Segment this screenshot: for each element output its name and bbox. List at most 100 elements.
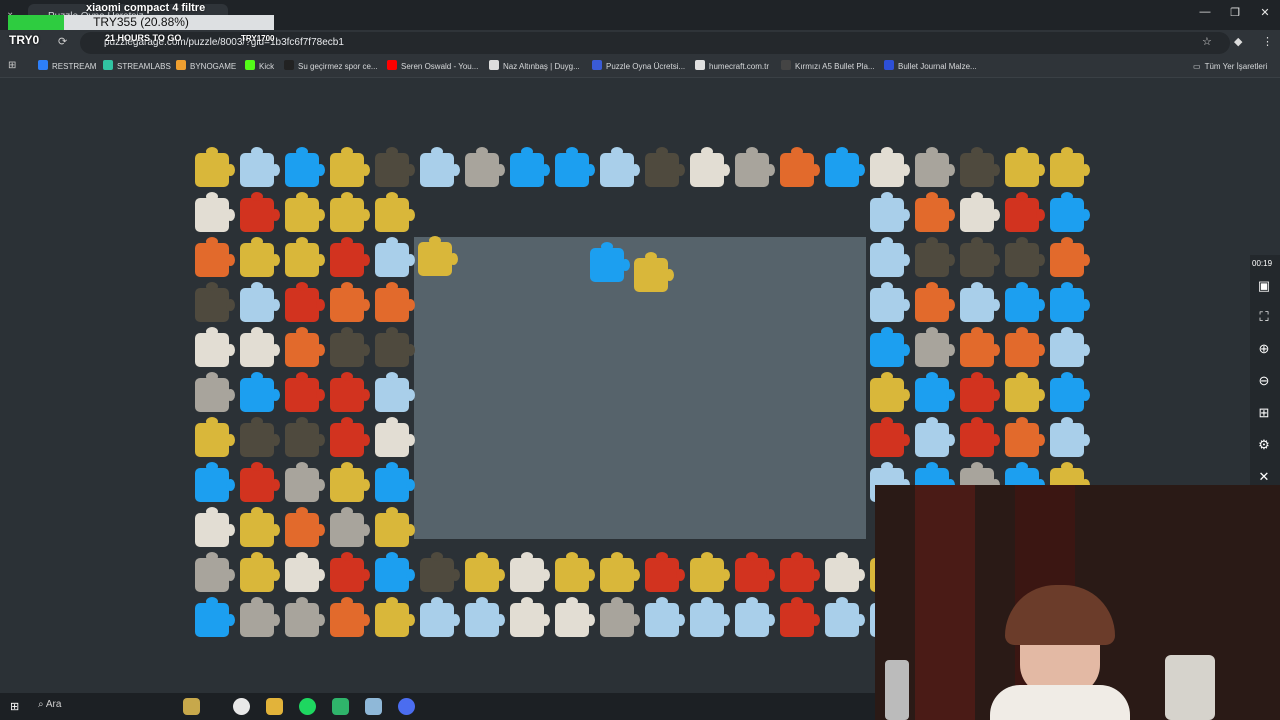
puzzle-piece[interactable] (375, 462, 415, 502)
puzzle-piece[interactable] (195, 597, 235, 637)
puzzle-piece[interactable] (600, 597, 640, 637)
puzzle-piece[interactable] (375, 192, 415, 232)
puzzle-piece[interactable] (195, 237, 235, 277)
puzzle-piece[interactable] (330, 192, 370, 232)
puzzle-piece[interactable] (555, 597, 595, 637)
close-icon[interactable]: ✕ (1255, 468, 1273, 486)
puzzle-piece[interactable] (960, 147, 1000, 187)
puzzle-piece[interactable] (420, 552, 460, 592)
puzzle-piece[interactable] (285, 462, 325, 502)
puzzle-piece[interactable] (735, 597, 775, 637)
puzzle-piece[interactable] (420, 597, 460, 637)
puzzle-piece[interactable] (645, 147, 685, 187)
puzzle-piece[interactable] (240, 507, 280, 547)
bookmark-spor[interactable]: Su geçirmez spor ce... (284, 60, 378, 74)
puzzle-piece[interactable] (418, 236, 458, 276)
puzzle-piece[interactable] (1005, 147, 1045, 187)
restore-icon[interactable]: ❐ (1226, 6, 1244, 22)
bookmark-all[interactable]: ▭ Tüm Yer İşaretleri (1193, 60, 1267, 74)
puzzle-piece[interactable] (240, 282, 280, 322)
puzzle-piece[interactable] (195, 282, 235, 322)
puzzle-piece[interactable] (465, 597, 505, 637)
bookmark-restream[interactable]: RESTREAM (38, 60, 96, 74)
puzzle-piece[interactable] (645, 552, 685, 592)
extension-icon[interactable]: ◆ (1234, 35, 1242, 48)
puzzle-piece[interactable] (330, 282, 370, 322)
puzzle-piece[interactable] (195, 417, 235, 457)
puzzle-piece[interactable] (555, 552, 595, 592)
puzzle-piece[interactable] (285, 147, 325, 187)
puzzle-piece[interactable] (600, 552, 640, 592)
puzzle-piece[interactable] (1050, 327, 1090, 367)
puzzle-piece[interactable] (960, 282, 1000, 322)
puzzle-piece[interactable] (690, 597, 730, 637)
bookmark-naz[interactable]: Naz Altınbaş | Duyg... (489, 60, 580, 74)
puzzle-piece[interactable] (915, 282, 955, 322)
star-icon[interactable]: ☆ (1202, 35, 1212, 48)
zoom-out-icon[interactable]: ⊖ (1255, 372, 1273, 390)
bookmark-bynogame[interactable]: BYNOGAME (176, 60, 236, 74)
puzzle-piece[interactable] (285, 552, 325, 592)
puzzle-piece[interactable] (195, 192, 235, 232)
bookmark-bullet-planner[interactable]: Kırmızı A5 Bullet Pla... (781, 60, 875, 74)
puzzle-piece[interactable] (870, 417, 910, 457)
puzzle-piece[interactable] (330, 147, 370, 187)
puzzle-piece[interactable] (645, 597, 685, 637)
puzzle-piece[interactable] (915, 417, 955, 457)
puzzle-piece[interactable] (690, 147, 730, 187)
puzzle-piece[interactable] (1005, 192, 1045, 232)
puzzle-piece[interactable] (285, 192, 325, 232)
puzzle-piece[interactable] (465, 552, 505, 592)
zoom-in-icon[interactable]: ⊕ (1255, 340, 1273, 358)
puzzle-piece[interactable] (870, 327, 910, 367)
puzzle-piece[interactable] (1050, 192, 1090, 232)
puzzle-piece[interactable] (870, 282, 910, 322)
puzzle-piece[interactable] (285, 417, 325, 457)
streamlabs-app-icon[interactable] (332, 698, 349, 715)
puzzle-piece[interactable] (960, 237, 1000, 277)
puzzle-piece[interactable] (960, 192, 1000, 232)
close-window-icon[interactable]: ✕ (1256, 6, 1274, 22)
windows-start-icon[interactable]: ⊞ (10, 700, 22, 713)
puzzle-piece[interactable] (1050, 147, 1090, 187)
puzzle-piece[interactable] (780, 552, 820, 592)
puzzle-piece[interactable] (510, 147, 550, 187)
puzzle-piece[interactable] (600, 147, 640, 187)
puzzle-piece[interactable] (375, 507, 415, 547)
puzzle-piece[interactable] (240, 192, 280, 232)
menu-icon[interactable]: ⋮ (1262, 35, 1273, 48)
puzzle-piece[interactable] (915, 237, 955, 277)
puzzle-piece[interactable] (1005, 282, 1045, 322)
puzzle-piece[interactable] (825, 552, 865, 592)
bookmark-youtube[interactable]: Seren Oswald - You... (387, 60, 478, 74)
puzzle-piece[interactable] (330, 327, 370, 367)
puzzle-piece[interactable] (735, 552, 775, 592)
puzzle-piece[interactable] (375, 237, 415, 277)
bookmark-kick[interactable]: Kick (245, 60, 274, 74)
chrome-icon[interactable] (233, 698, 250, 715)
puzzle-piece[interactable] (1005, 237, 1045, 277)
puzzle-piece[interactable] (510, 552, 550, 592)
puzzle-piece[interactable] (330, 237, 370, 277)
puzzle-piece[interactable] (825, 147, 865, 187)
gear-icon[interactable]: ⚙ (1255, 436, 1273, 454)
puzzle-piece[interactable] (285, 507, 325, 547)
puzzle-piece[interactable] (375, 147, 415, 187)
puzzle-piece[interactable] (195, 462, 235, 502)
settings-app-icon[interactable] (365, 698, 382, 715)
copilot-icon[interactable] (183, 698, 200, 715)
puzzle-piece[interactable] (780, 147, 820, 187)
fullscreen-icon[interactable]: ⛶ (1255, 308, 1273, 326)
puzzle-piece[interactable] (330, 462, 370, 502)
bookmark-humecraft[interactable]: humecraft.com.tr (695, 60, 769, 74)
puzzle-piece[interactable] (330, 552, 370, 592)
puzzle-piece[interactable] (195, 552, 235, 592)
puzzle-piece[interactable] (870, 237, 910, 277)
spotify-icon[interactable] (299, 698, 316, 715)
puzzle-piece[interactable] (1005, 372, 1045, 412)
puzzle-piece[interactable] (195, 372, 235, 412)
puzzle-piece[interactable] (915, 372, 955, 412)
puzzle-piece[interactable] (825, 597, 865, 637)
puzzle-piece[interactable] (915, 147, 955, 187)
puzzle-piece[interactable] (510, 597, 550, 637)
